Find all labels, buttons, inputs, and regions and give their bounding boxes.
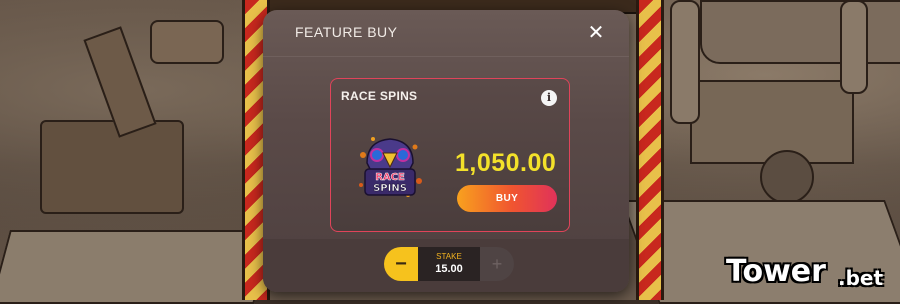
background-piston <box>150 20 224 64</box>
logo-text-race: RACE <box>375 172 405 183</box>
stake-decrease-button[interactable]: − <box>384 247 418 281</box>
feature-buy-dialog: FEATURE BUY ✕ RACE SPINS i RACE SPINS 1,… <box>263 10 629 292</box>
feature-card-race-spins: RACE SPINS i RACE SPINS 1,050.00 BUY <box>330 78 570 232</box>
stake-panel: − STAKE 15.00 + <box>263 239 629 292</box>
dialog-header: FEATURE BUY ✕ <box>263 10 629 57</box>
watermark-text: Tower <box>726 254 826 289</box>
logo-text-spins: SPINS <box>373 183 407 194</box>
stake-control: − STAKE 15.00 + <box>384 247 514 281</box>
race-spins-logo: RACE SPINS <box>359 137 422 197</box>
info-icon[interactable]: i <box>541 90 557 106</box>
buy-button[interactable]: BUY <box>457 185 557 212</box>
background-floor-plate <box>0 230 274 304</box>
background-roof <box>700 0 900 64</box>
watermark-suffix: .bet <box>838 266 884 290</box>
stake-value: 15.00 <box>435 263 463 275</box>
close-icon[interactable]: ✕ <box>585 22 607 44</box>
feature-price: 1,050.00 <box>455 149 557 177</box>
background-engine <box>40 120 184 214</box>
background-barrel <box>760 150 814 204</box>
background-pipe <box>840 0 868 94</box>
stake-label: STAKE <box>436 252 462 261</box>
background-window <box>690 80 854 164</box>
stake-increase-button[interactable]: + <box>480 247 514 281</box>
feature-title: RACE SPINS <box>341 89 418 103</box>
dialog-title: FEATURE BUY <box>295 24 398 40</box>
stake-display: STAKE 15.00 <box>418 247 480 281</box>
hazard-stripe-right <box>636 0 664 300</box>
background-pipe <box>670 0 700 124</box>
